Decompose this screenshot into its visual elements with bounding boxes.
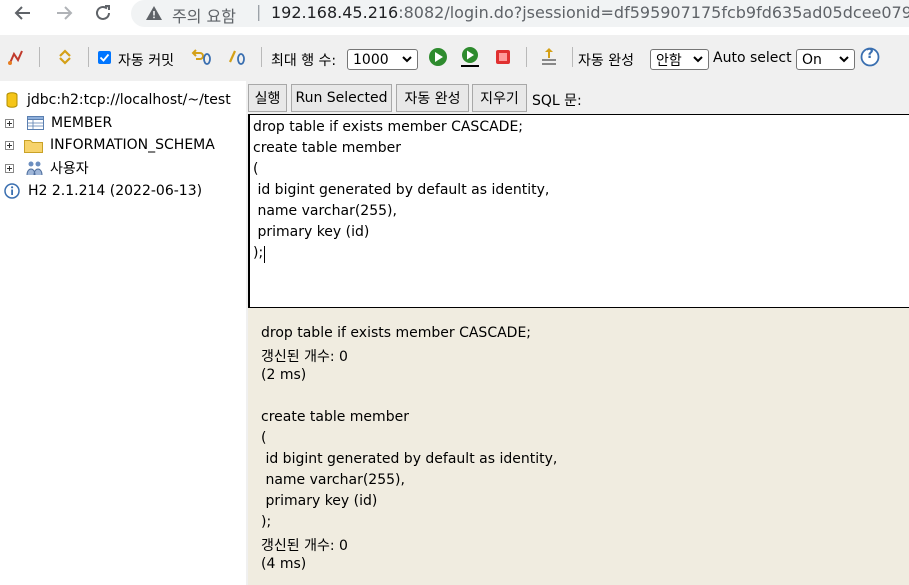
editor-line: name varchar(255), — [253, 203, 397, 219]
tree-item-information-schema[interactable]: INFORMATION_SCHEMA — [0, 135, 215, 155]
autocomplete-label: 자동 완성 — [578, 53, 634, 69]
url-path: :8082/login.do?jsessionid=df595907175fcb… — [398, 3, 909, 22]
help-icon[interactable]: ? — [859, 46, 881, 68]
result-line: 갱신된 개수: 0 — [261, 349, 348, 365]
auto-commit-label[interactable]: 자동 커밋 — [118, 50, 174, 70]
chevron-down-icon — [693, 56, 703, 63]
url-separator: | — [256, 2, 262, 21]
info-icon — [4, 183, 20, 199]
security-status-text[interactable]: 주의 요함 — [172, 3, 236, 27]
refresh-icon[interactable] — [54, 46, 76, 68]
browser-bar: 주의 요함 | 192.168.45.216:8082/login.do?jse… — [0, 0, 909, 28]
warning-triangle-icon[interactable] — [146, 6, 162, 24]
toolbar-divider — [88, 47, 89, 67]
history-icon[interactable] — [538, 46, 560, 68]
editor-line: id bigint generated by default as identi… — [253, 182, 550, 198]
tree-item-label: MEMBER — [51, 115, 113, 131]
version-text: H2 2.1.214 (2022-06-13) — [28, 183, 203, 199]
stop-icon[interactable] — [492, 46, 514, 68]
result-line: 갱신된 개수: 0 — [261, 538, 348, 554]
help-glyph: ? — [866, 47, 874, 62]
rollback-icon[interactable] — [190, 46, 212, 68]
expand-plus-icon[interactable] — [5, 119, 14, 128]
max-rows-value: 1000 — [353, 51, 389, 68]
folder-icon — [24, 139, 43, 153]
result-line: ); — [261, 514, 272, 530]
auto-select-value: On — [802, 51, 822, 68]
max-rows-select[interactable]: 1000 — [347, 49, 418, 70]
connection-url: jdbc:h2:tcp://localhost/~/test — [27, 92, 231, 108]
database-icon — [6, 92, 18, 108]
url-text[interactable]: 192.168.45.216:8082/login.do?jsessionid=… — [271, 3, 909, 22]
disconnect-icon[interactable] — [5, 46, 27, 68]
run-button[interactable]: 실행 — [248, 84, 287, 112]
sql-statement-label: SQL 문: — [532, 93, 582, 109]
users-icon — [26, 161, 43, 176]
chevron-down-icon — [839, 56, 849, 63]
clear-button[interactable]: 지우기 — [472, 84, 527, 112]
sql-editor[interactable]: drop table if exists member CASCADE; cre… — [248, 114, 909, 308]
editor-line: ); — [253, 245, 264, 261]
tree-item-label: INFORMATION_SCHEMA — [50, 137, 215, 153]
auto-commit-checkbox[interactable] — [98, 51, 111, 64]
autocomplete-value: 안함 — [656, 52, 682, 69]
url-host: 192.168.45.216 — [271, 3, 399, 22]
text-cursor — [264, 246, 265, 263]
editor-line: create table member — [253, 140, 401, 156]
commit-icon[interactable] — [226, 46, 248, 68]
tree-item-member[interactable]: MEMBER — [0, 113, 112, 133]
toolbar-divider — [39, 47, 40, 67]
expand-plus-icon[interactable] — [5, 141, 14, 150]
tree-connection[interactable]: jdbc:h2:tcp://localhost/~/test — [6, 90, 231, 110]
result-line: name varchar(255), — [261, 472, 405, 488]
tree-version: H2 2.1.214 (2022-06-13) — [4, 181, 202, 201]
toolbar-divider — [526, 47, 527, 67]
result-panel: drop table if exists member CASCADE; 갱신된… — [248, 308, 909, 585]
result-line: primary key (id) — [261, 493, 378, 509]
run-icon[interactable] — [427, 46, 449, 68]
toolbar: 자동 커밋 최대 행 수: 1000 자동 완성 안함 Auto select … — [0, 35, 909, 81]
autocomplete-button[interactable]: 자동 완성 — [396, 84, 469, 112]
max-rows-label: 최대 행 수: — [271, 53, 337, 69]
back-arrow-icon[interactable] — [10, 0, 36, 26]
auto-select-select[interactable]: On — [796, 49, 855, 70]
result-line: create table member — [261, 409, 409, 425]
result-line: ( — [261, 430, 267, 446]
tree-item-users[interactable]: 사용자 — [0, 158, 89, 178]
expand-plus-icon[interactable] — [5, 164, 14, 173]
toolbar-divider — [572, 47, 573, 67]
table-icon — [27, 116, 44, 130]
forward-arrow-icon[interactable] — [51, 0, 77, 26]
result-line: (4 ms) — [261, 556, 307, 572]
reload-icon[interactable] — [90, 0, 116, 26]
toolbar-divider — [261, 47, 262, 67]
schema-tree: jdbc:h2:tcp://localhost/~/test MEMBER IN… — [0, 81, 246, 585]
autocomplete-select[interactable]: 안함 — [650, 49, 709, 70]
result-line: id bigint generated by default as identi… — [261, 451, 558, 467]
run-selected-button[interactable]: Run Selected — [291, 84, 392, 112]
result-line: drop table if exists member CASCADE; — [261, 325, 532, 341]
auto-select-label: Auto select — [713, 50, 792, 66]
chevron-down-icon — [402, 56, 412, 63]
tree-item-label: 사용자 — [50, 161, 89, 177]
editor-line: primary key (id) — [253, 224, 370, 240]
result-line: (2 ms) — [261, 367, 307, 383]
run-selected-icon[interactable] — [459, 46, 481, 68]
editor-line: drop table if exists member CASCADE; — [253, 119, 524, 135]
editor-line: ( — [253, 161, 259, 177]
